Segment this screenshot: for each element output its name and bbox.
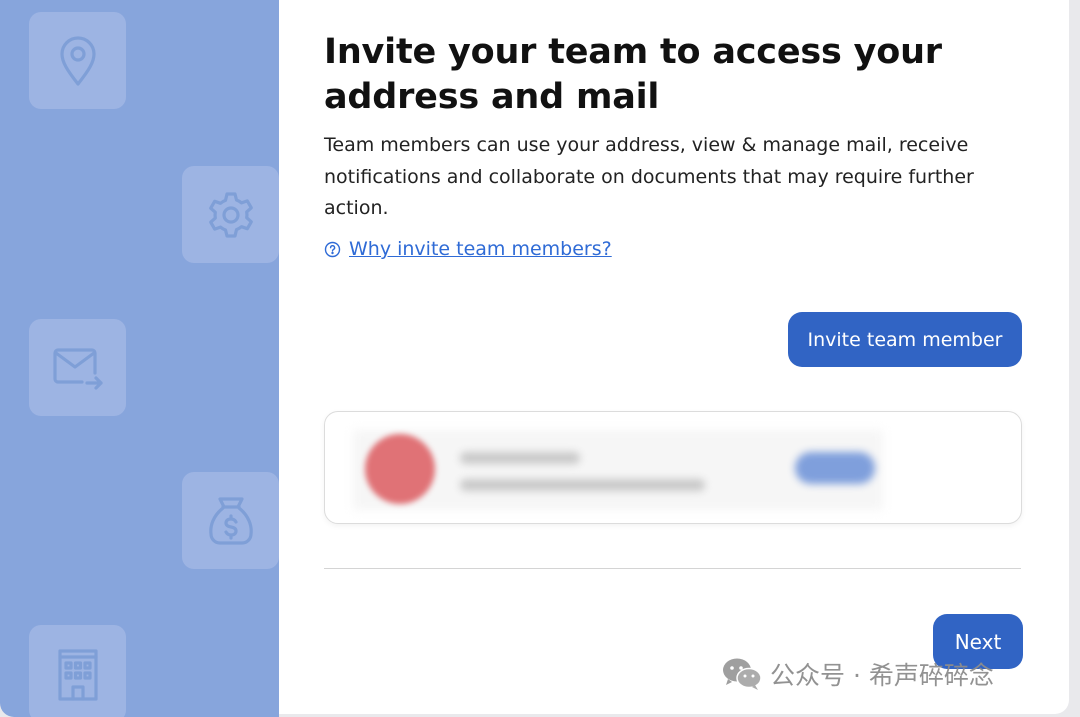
redacted-role-badge xyxy=(795,452,875,484)
invite-panel: Invite your team to access your address … xyxy=(279,0,1069,714)
building-icon xyxy=(57,648,98,701)
avatar xyxy=(365,434,435,504)
money-tile xyxy=(182,472,279,569)
page-description: Team members can use your address, view … xyxy=(324,134,974,219)
mail-forward-icon xyxy=(52,347,103,390)
invite-team-member-button[interactable]: Invite team member xyxy=(788,312,1022,367)
wechat-icon xyxy=(723,658,762,690)
location-pin-icon xyxy=(59,35,96,86)
redacted-email xyxy=(460,479,705,491)
redacted-name xyxy=(460,452,580,464)
page-title: Invite your team to access your address … xyxy=(324,32,942,117)
decorative-sidebar xyxy=(0,0,279,717)
watermark: 公众号 · 希声碎碎念 xyxy=(722,656,994,692)
settings-tile xyxy=(182,166,279,263)
why-invite-link[interactable]: Why invite team members? xyxy=(324,238,612,260)
team-member-card[interactable] xyxy=(324,411,1022,524)
divider xyxy=(324,568,1021,569)
money-bag-icon xyxy=(208,496,253,545)
mail-tile xyxy=(29,319,126,416)
gear-icon xyxy=(208,191,253,238)
watermark-text: 公众号 · 希声碎碎念 xyxy=(770,661,994,690)
location-tile xyxy=(29,12,126,109)
why-invite-link-label[interactable]: Why invite team members? xyxy=(349,238,612,260)
help-circle-icon xyxy=(324,241,341,257)
building-tile xyxy=(29,625,126,717)
